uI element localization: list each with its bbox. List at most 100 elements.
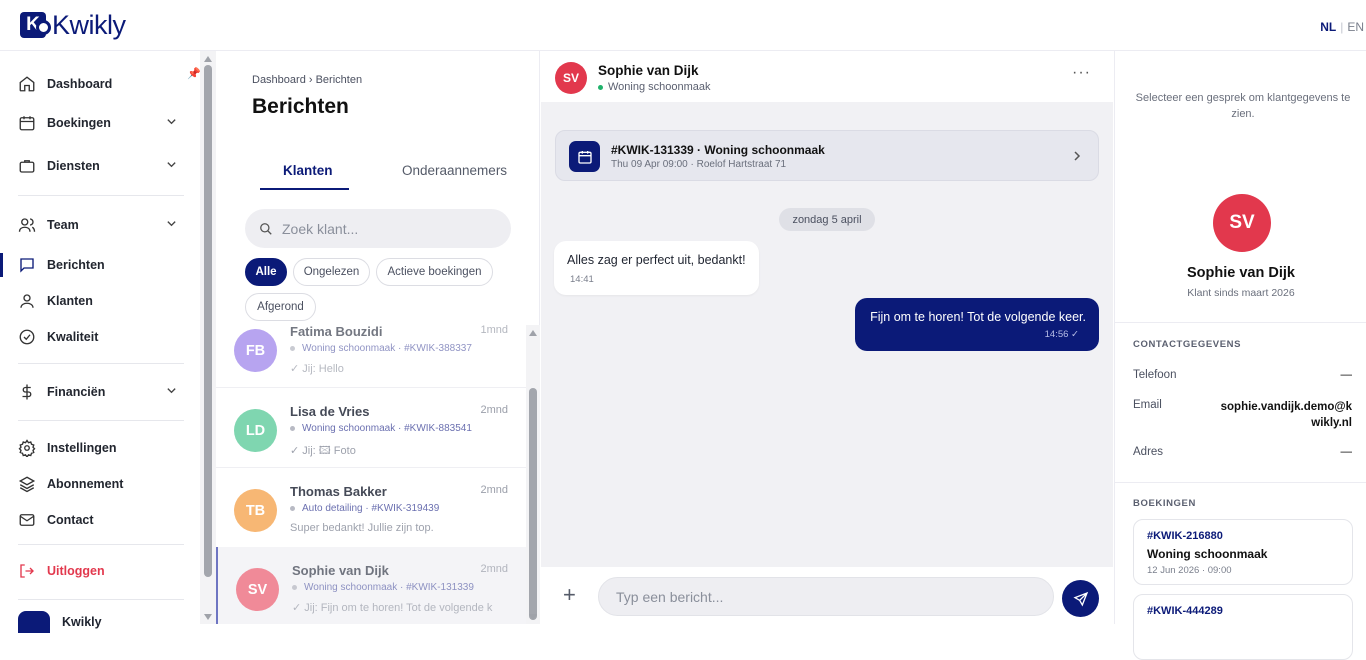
conversation-last-message: ✓ Jij: Fijn om te horen! Tot de volgende…: [292, 602, 493, 614]
user-icon: [20, 294, 34, 308]
sidebar-item-dashboard[interactable]: Dashboard: [0, 69, 200, 99]
account-block[interactable]: Kwikly: [18, 611, 102, 633]
users-icon: [18, 218, 36, 232]
message-composer: + Typ een bericht...: [541, 567, 1113, 624]
scroll-down-arrow[interactable]: [204, 614, 212, 620]
sidebar-item-berichten[interactable]: Berichten: [0, 250, 200, 280]
scroll-up-arrow[interactable]: [204, 56, 212, 62]
sidebar-item-abonnement[interactable]: Abonnement: [0, 469, 200, 499]
empty-hint: Selecteer een gesprek om klantgegevens t…: [1135, 92, 1351, 120]
scroll-up-arrow[interactable]: [529, 330, 537, 336]
account-avatar: [18, 611, 50, 633]
chevron-right-icon: [1074, 151, 1081, 161]
logout-button[interactable]: Uitloggen: [0, 556, 200, 586]
scroll-thumb[interactable]: [204, 65, 212, 577]
sidebar-item-contact[interactable]: Contact: [0, 505, 200, 535]
send-button[interactable]: [1062, 580, 1099, 617]
conversation-list-panel: Dashboard › Berichten Berichten Klanten …: [216, 51, 540, 624]
address-label: Adres: [1133, 446, 1164, 458]
filter-actieve-boekingen[interactable]: Actieve boekingen: [376, 258, 493, 286]
send-icon: [1072, 591, 1088, 607]
account-name: Kwikly: [62, 615, 102, 629]
avatar: SV: [1213, 194, 1271, 252]
booking-item[interactable]: #KWIK-216880 Woning schoonmaak 12 Jun 20…: [1133, 519, 1353, 585]
tab-klanten[interactable]: Klanten: [283, 163, 333, 178]
sidebar-divider: [18, 420, 184, 421]
phone-label: Telefoon: [1133, 369, 1177, 381]
message-icon: [20, 258, 34, 273]
conversation-meta: Woning schoonmaak · #KWIK-388337: [290, 343, 472, 354]
sidebar: 📌 Dashboard Boekingen Diensten Team Beri…: [0, 51, 201, 633]
chevron-down-icon[interactable]: [166, 159, 177, 170]
incoming-message: Alles zag er perfect uit, bedankt! 14:41: [554, 241, 759, 295]
calendar-icon: [19, 116, 35, 131]
list-scrollbar[interactable]: [526, 325, 540, 624]
avatar: FB: [234, 329, 277, 372]
message-input[interactable]: Typ een bericht...: [598, 577, 1054, 616]
sidebar-item-financien[interactable]: Financiën: [0, 377, 200, 407]
attach-button[interactable]: +: [563, 584, 576, 606]
more-options-button[interactable]: ···: [1072, 64, 1091, 82]
logout-icon: [20, 564, 34, 578]
customer-since: Klant sinds maart 2026: [1187, 287, 1295, 299]
home-icon: [19, 76, 35, 92]
check-circle-icon: [19, 329, 35, 345]
chat-contact-name: Sophie van Dijk: [598, 63, 699, 78]
brand-logo[interactable]: K Kwikly: [20, 11, 126, 39]
filter-ongelezen[interactable]: Ongelezen: [293, 258, 370, 286]
chevron-down-icon[interactable]: [166, 385, 177, 396]
lang-nl[interactable]: NL: [1320, 20, 1336, 34]
sidebar-divider: [18, 195, 184, 196]
booking-type: Woning schoonmaak: [1147, 547, 1268, 561]
sidebar-item-instellingen[interactable]: Instellingen: [0, 433, 200, 463]
conversation-last-message: ✓ Jij: 🖾 Foto: [290, 445, 356, 457]
email-value[interactable]: sophie.vandijk.demo@kwikly.nl: [1220, 399, 1352, 431]
conversation-item[interactable]: LD Lisa de Vries 2mnd Woning schoonmaak …: [216, 388, 526, 468]
sidebar-item-team[interactable]: Team: [0, 210, 200, 240]
search-icon: [260, 222, 272, 235]
conversation-meta: Woning schoonmaak · #KWIK-883541: [290, 423, 472, 434]
phone-value: —: [1340, 369, 1353, 381]
chat-header: SV Sophie van Dijk Woning schoonmaak ···: [541, 51, 1113, 102]
conversation-name: Sophie van Dijk: [292, 563, 389, 578]
scroll-thumb[interactable]: [529, 388, 537, 620]
conversation-item-selected[interactable]: SV Sophie van Dijk 2mnd Woning schoonmaa…: [216, 547, 526, 624]
sidebar-scrollbar[interactable]: [200, 51, 216, 624]
top-bar: K Kwikly NL | EN: [0, 0, 1366, 51]
booking-date: 12 Jun 2026 · 09:00: [1147, 565, 1232, 576]
sidebar-divider: [18, 599, 184, 600]
conversation-time: 2mnd: [480, 484, 508, 496]
conversation-name: Fatima Bouzidi: [290, 324, 383, 339]
sidebar-item-diensten[interactable]: Diensten: [0, 151, 200, 181]
booking-item[interactable]: #KWIK-444289: [1133, 594, 1353, 660]
sidebar-item-klanten[interactable]: Klanten: [0, 286, 200, 316]
conversation-last-message: Super bedankt! Jullie zijn top.: [290, 522, 434, 534]
briefcase-icon: [19, 160, 35, 173]
chevron-down-icon[interactable]: [166, 218, 177, 229]
chat-panel: SV Sophie van Dijk Woning schoonmaak ···…: [541, 51, 1113, 624]
tab-onderaannemers[interactable]: Onderaannemers: [402, 163, 507, 178]
divider: [1115, 482, 1366, 483]
breadcrumb[interactable]: Dashboard › Berichten: [252, 74, 362, 86]
booking-card[interactable]: #KWIK-131339 · Woning schoonmaak Thu 09 …: [555, 130, 1099, 181]
divider: [1115, 322, 1366, 323]
email-label: Email: [1133, 399, 1162, 411]
language-switch: NL | EN: [1320, 20, 1364, 34]
search-input[interactable]: Zoek klant...: [245, 209, 511, 248]
mail-icon: [19, 514, 35, 526]
customer-name: Sophie van Dijk: [1187, 265, 1295, 281]
calendar-icon: [569, 141, 600, 172]
customer-detail-panel: Selecteer een gesprek om klantgegevens t…: [1114, 51, 1366, 660]
filter-alle[interactable]: Alle: [245, 258, 287, 286]
sidebar-item-kwaliteit[interactable]: Kwaliteit: [0, 322, 200, 352]
conversation-item[interactable]: TB Thomas Bakker 2mnd Auto detailing · #…: [216, 468, 526, 548]
message-time: 14:56 ✓: [1044, 329, 1079, 340]
conversation-item[interactable]: FB Fatima Bouzidi 1mnd Woning schoonmaak…: [216, 308, 526, 388]
chevron-down-icon[interactable]: [166, 116, 177, 127]
avatar: LD: [234, 409, 277, 452]
sidebar-item-boekingen[interactable]: Boekingen: [0, 108, 200, 138]
conversation-last-message: ✓ Jij: Hello: [290, 363, 344, 375]
lang-en[interactable]: EN: [1347, 20, 1364, 34]
sidebar-divider: [18, 544, 184, 545]
scroll-down-arrow[interactable]: [529, 614, 537, 620]
